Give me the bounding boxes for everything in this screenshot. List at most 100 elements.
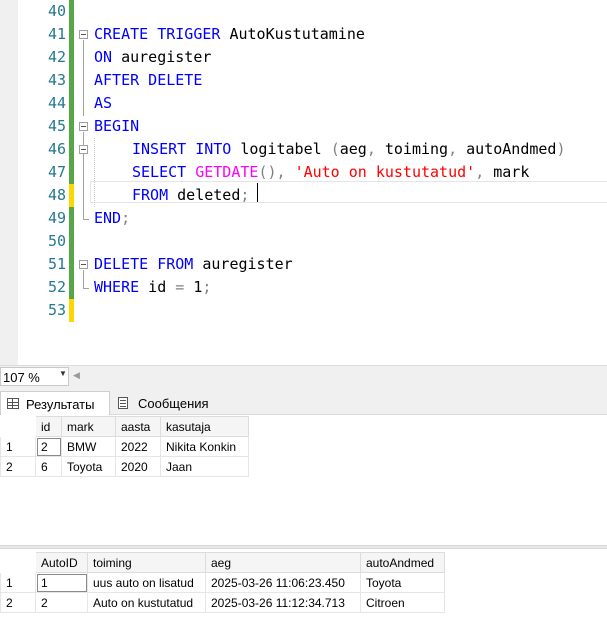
keyword: INSERT INTO [132,140,232,158]
line-number: 41 [47,25,66,43]
header-row: id mark aasta kasutaja [0,416,249,437]
cell[interactable]: Auto on kustutatud [87,592,206,613]
dropdown-arrow-icon[interactable]: ▼ [59,369,67,378]
results-grid-2[interactable]: AutoID toiming aeg autoAndmed 1 1 uus au… [0,552,445,613]
zoom-value: 107 % [3,370,40,385]
scroll-left-icon[interactable]: ◀ [73,370,80,381]
keyword: AS [94,94,113,112]
change-marker [69,46,74,69]
operator: = [175,278,185,296]
line-number: 50 [47,232,66,250]
row-number[interactable]: 1 [0,436,36,457]
change-marker [69,69,74,92]
row-number-header [0,416,36,437]
tab-results[interactable]: Результаты [0,391,110,415]
number-literal: 1 [184,278,203,296]
zoom-bar: 107 % ▼ ◀ [0,365,607,387]
cell[interactable]: Nikita Konkin [160,436,249,457]
results-tabbar: Результаты Сообщения [0,387,607,415]
line-number: 49 [47,209,66,227]
cell[interactable]: Citroen [360,592,445,613]
code-line-43[interactable]: AFTER DELETE [94,69,202,92]
cell[interactable]: 2025-03-26 11:06:23.450 [205,572,361,593]
grid-separator[interactable] [0,545,607,549]
cell[interactable]: 2 [35,436,62,457]
column-header[interactable]: autoAndmed [360,552,445,573]
identifier: logitabel [231,140,331,158]
table-row[interactable]: 2 6 Toyota 2020 Jaan [0,456,249,477]
row-number[interactable]: 2 [0,592,36,613]
row-number[interactable]: 1 [0,572,36,593]
cell[interactable]: 2025-03-26 11:12:34.713 [205,592,361,613]
line-number: 51 [47,255,66,273]
header-row: AutoID toiming aeg autoAndmed [0,552,445,573]
change-marker [69,276,74,299]
change-marker [69,115,74,138]
line-number: 52 [47,278,66,296]
zoom-select[interactable]: 107 % ▼ [0,367,69,386]
cell[interactable]: 6 [35,456,62,477]
column-header[interactable]: mark [61,416,116,437]
line-number: 48 [47,186,66,204]
table-row[interactable]: 1 1 uus auto on lisatud 2025-03-26 11:06… [0,572,445,593]
cell[interactable]: Toyota [360,572,445,593]
change-marker [69,230,74,253]
code-line-49[interactable]: END; [94,207,130,230]
cell[interactable]: Toyota [61,456,116,477]
cell[interactable]: 1 [35,572,88,593]
cell[interactable]: BMW [61,436,116,457]
results-grid-1[interactable]: id mark aasta kasutaja 1 2 BMW 2022 Niki… [0,416,249,477]
column-header[interactable]: toiming [87,552,206,573]
fold-guide [83,270,84,288]
code-line-46[interactable]: INSERT INTO logitabel (aeg, toiming, aut… [132,138,566,161]
column-header[interactable]: id [35,416,62,437]
column-header[interactable]: aasta [115,416,161,437]
fold-end [83,288,89,289]
cell[interactable]: 2020 [115,456,161,477]
keyword: BEGIN [94,117,140,135]
identifier: aeg [339,140,367,158]
row-number-header [0,552,36,573]
change-marker [69,138,74,161]
keyword: DELETE FROM [94,255,194,273]
cell[interactable]: uus auto on lisatud [87,572,206,593]
column-header[interactable]: AutoID [35,552,88,573]
code-line-42[interactable]: ON auregister [94,46,211,69]
fold-end [83,219,89,220]
fold-toggle-icon[interactable] [79,122,88,131]
operator: ; [240,186,250,204]
column-header[interactable]: kasutaja [160,416,249,437]
code-line-51[interactable]: DELETE FROM auregister [94,253,293,276]
keyword: AFTER DELETE [94,71,203,89]
tab-messages[interactable]: Сообщения [113,391,215,415]
row-number[interactable]: 2 [0,456,36,477]
operator: ; [121,209,131,227]
query-editor[interactable]: 40 41 42 43 44 45 46 47 48 49 50 51 52 5… [0,0,607,365]
table-row[interactable]: 1 2 BMW 2022 Nikita Konkin [0,436,249,457]
column-header[interactable]: aeg [205,552,361,573]
code-line-52[interactable]: WHERE id = 1; [94,276,211,299]
fold-toggle-icon[interactable] [79,260,88,269]
editor-gutter [0,0,18,365]
cell[interactable]: Jaan [160,456,249,477]
fold-toggle-icon[interactable] [79,145,88,154]
identifier: mark [484,163,530,181]
code-line-44[interactable]: AS [94,92,112,115]
fold-guide [83,40,84,116]
change-marker-unsaved [69,184,74,207]
fold-toggle-icon[interactable] [79,30,88,39]
cell[interactable]: 2022 [115,436,161,457]
line-number: 46 [47,140,66,158]
code-line-41[interactable]: CREATE TRIGGER AutoKustutamine [94,23,365,46]
line-number: 47 [47,163,66,181]
code-line-48[interactable]: FROM deleted; [132,184,249,207]
line-number: 43 [47,71,66,89]
table-row[interactable]: 2 2 Auto on kustutatud 2025-03-26 11:12:… [0,592,445,613]
code-line-47[interactable]: SELECT GETDATE(), 'Auto on kustutatud', … [132,161,529,184]
grid-icon [7,398,19,409]
code-line-45[interactable]: BEGIN [94,115,139,138]
change-marker [69,207,74,230]
cell[interactable]: 2 [35,592,88,613]
operator: ( [330,140,340,158]
tab-label: Сообщения [138,396,209,411]
